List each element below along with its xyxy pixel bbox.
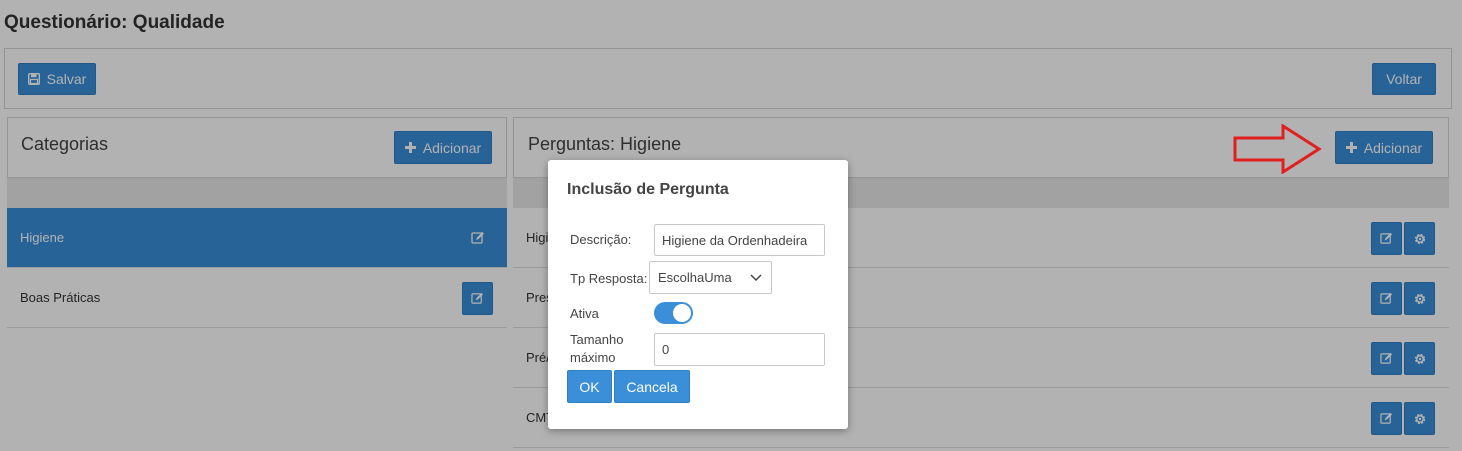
add-question-dialog: Inclusão de Pergunta Descrição: Higiene … xyxy=(548,160,848,429)
annotation-arrow-icon xyxy=(1233,124,1322,174)
ok-label: OK xyxy=(579,378,600,395)
tamanho-label-line2: máximo xyxy=(570,350,616,365)
descricao-value: Higiene da Ordenhadeira xyxy=(662,232,808,248)
tp-resposta-label: Tp Resposta: xyxy=(570,271,648,286)
tamanho-value: 0 xyxy=(662,342,670,357)
tamanho-label-line1: Tamanho xyxy=(570,332,624,347)
chevron-down-icon xyxy=(750,274,762,282)
tamanho-input[interactable]: 0 xyxy=(654,333,825,366)
ativa-toggle[interactable] xyxy=(654,302,693,324)
cancel-label: Cancela xyxy=(626,378,678,395)
descricao-label: Descrição: xyxy=(570,232,632,247)
dialog-title: Inclusão de Pergunta xyxy=(567,181,729,198)
descricao-input[interactable]: Higiene da Ordenhadeira xyxy=(654,224,825,256)
ativa-label: Ativa xyxy=(570,306,599,321)
tp-resposta-select[interactable]: EscolhaUma xyxy=(649,261,772,294)
tp-resposta-value: EscolhaUma xyxy=(658,270,732,285)
cancel-button[interactable]: Cancela xyxy=(614,370,690,403)
toggle-knob xyxy=(673,304,691,322)
ok-button[interactable]: OK xyxy=(567,370,612,403)
